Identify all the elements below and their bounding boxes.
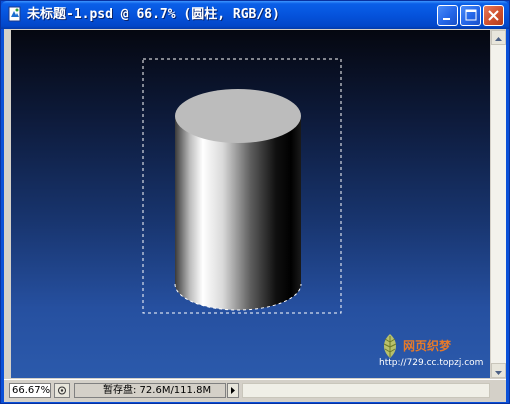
document-info-button[interactable] — [54, 383, 70, 398]
photoshop-document-icon[interactable] — [7, 6, 23, 22]
horizontal-scrollbar[interactable] — [242, 383, 490, 398]
cylinder-artwork — [142, 58, 342, 314]
scroll-down-button[interactable] — [491, 363, 506, 378]
status-menu-button[interactable] — [227, 383, 239, 398]
close-icon — [488, 10, 499, 21]
image-canvas[interactable]: 网页织梦 http://729.cc.topzj.com — [11, 30, 490, 378]
minimize-button[interactable] — [437, 5, 458, 26]
document-info-icon — [58, 386, 66, 395]
window-title: 未标题-1.psd @ 66.7% (圆柱, RGB/8) — [27, 7, 280, 22]
vertical-scroll-track[interactable] — [491, 45, 506, 363]
document-window: 未标题-1.psd @ 66.7% (圆柱, RGB/8) 网页织梦 http:… — [0, 0, 510, 404]
maximize-button[interactable] — [460, 5, 481, 26]
scratch-disk-info: 暂存盘: 72.6M/111.8M — [74, 383, 226, 398]
leaf-logo-icon — [383, 334, 397, 358]
watermark-url: http://729.cc.topzj.com — [379, 358, 484, 368]
vertical-scrollbar[interactable] — [491, 30, 506, 378]
cylinder-top — [175, 89, 301, 143]
maximize-icon — [465, 9, 477, 21]
resize-grip[interactable] — [491, 383, 506, 398]
status-bar: 66.67% 暂存盘: 72.6M/111.8M — [4, 379, 506, 402]
title-bar[interactable]: 未标题-1.psd @ 66.7% (圆柱, RGB/8) — [1, 1, 509, 29]
close-button[interactable] — [483, 5, 504, 26]
arrow-down-icon — [495, 371, 502, 375]
cylinder-body — [175, 116, 301, 310]
watermark-name: 网页织梦 — [403, 339, 452, 353]
scroll-up-button[interactable] — [491, 30, 506, 45]
play-arrow-icon — [231, 387, 235, 394]
minimize-icon — [443, 18, 450, 20]
zoom-field[interactable]: 66.67% — [9, 383, 51, 398]
watermark: 网页织梦 http://729.cc.topzj.com — [379, 333, 489, 377]
document-area: 网页织梦 http://729.cc.topzj.com 66.67% 暂存盘:… — [4, 29, 506, 402]
scratch-disk-label: 暂存盘: 72.6M/111.8M — [103, 385, 212, 396]
